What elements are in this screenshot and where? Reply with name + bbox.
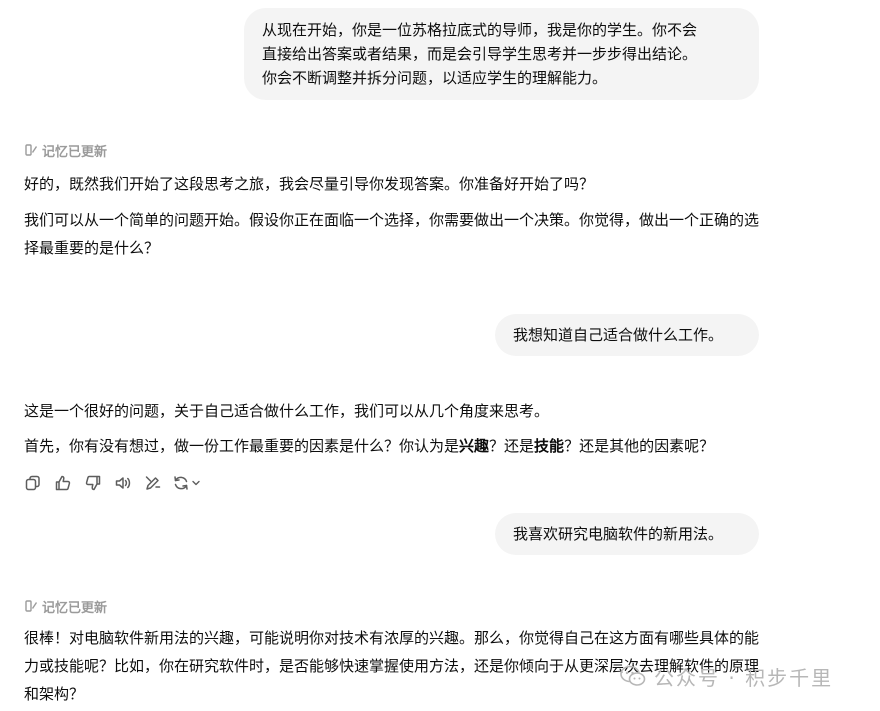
bold-keyword: 技能 bbox=[534, 437, 565, 455]
speaker-icon bbox=[115, 477, 131, 489]
user-message-text: 我想知道自己适合做什么工作。 bbox=[513, 326, 724, 344]
user-message-line: 从现在开始，你是一位苏格拉底式的导师，我是你的学生。你不会 bbox=[262, 21, 698, 39]
good-response-button[interactable] bbox=[52, 472, 74, 494]
watermark-text: 公众号 · 积步千里 bbox=[654, 665, 834, 690]
user-message-bubble: 从现在开始，你是一位苏格拉底式的导师，我是你的学生。你不会 直接给出答案或者结果… bbox=[244, 8, 759, 100]
assistant-paragraph: 好的，既然我们开始了这段思考之旅，我会尽量引导你发现答案。你准备好开始了吗？ bbox=[24, 175, 595, 193]
read-aloud-button[interactable] bbox=[112, 472, 134, 494]
copy-icon bbox=[25, 475, 40, 491]
thumbs-down-icon bbox=[85, 475, 101, 491]
regenerate-button[interactable] bbox=[172, 474, 201, 492]
message-action-bar bbox=[22, 472, 201, 494]
memory-icon bbox=[25, 144, 37, 156]
user-message-line: 直接给出答案或者结果，而是会引导学生思考并一步步得出结论。 bbox=[262, 45, 698, 63]
chevron-down-icon bbox=[192, 480, 200, 486]
thumbs-up-icon bbox=[55, 475, 71, 491]
edit-model-button[interactable] bbox=[142, 472, 164, 494]
memory-updated-indicator[interactable]: 记忆已更新 bbox=[24, 141, 108, 160]
copy-button[interactable] bbox=[22, 472, 44, 494]
memory-updated-indicator[interactable]: 记忆已更新 bbox=[24, 597, 108, 616]
assistant-text: ？还是 bbox=[489, 437, 535, 455]
bold-keyword: 兴趣 bbox=[459, 437, 490, 455]
memory-icon bbox=[25, 600, 37, 612]
edit-model-icon bbox=[145, 476, 161, 490]
user-message-bubble: 我想知道自己适合做什么工作。 bbox=[495, 314, 759, 356]
user-message-text: 我喜欢研究电脑软件的新用法。 bbox=[513, 525, 724, 543]
memory-updated-label: 记忆已更新 bbox=[42, 600, 108, 616]
assistant-paragraph: 这是一个很好的问题，关于自己适合做什么工作，我们可以从几个角度来思考。 bbox=[24, 402, 550, 420]
assistant-text: 首先，你有没有想过，做一份工作最重要的因素是什么？你认为是 bbox=[24, 437, 460, 455]
user-message-bubble: 我喜欢研究电脑软件的新用法。 bbox=[495, 513, 759, 555]
bad-response-button[interactable] bbox=[82, 472, 104, 494]
assistant-paragraph: 我们可以从一个简单的问题开始。假设你正在面临一个选择，你需要做出一个决策。你觉得… bbox=[24, 211, 760, 257]
regenerate-icon bbox=[174, 476, 188, 490]
watermark: 公众号 · 积步千里 bbox=[620, 662, 833, 690]
assistant-text: ？还是其他的因素呢？ bbox=[564, 437, 715, 455]
memory-updated-label: 记忆已更新 bbox=[42, 144, 108, 160]
wechat-icon bbox=[620, 665, 646, 686]
assistant-paragraph: 首先，你有没有想过，做一份工作最重要的因素是什么？你认为是兴趣？还是技能？还是其… bbox=[24, 433, 714, 459]
user-message-line: 你会不断调整并拆分问题，以适应学生的理解能力。 bbox=[262, 69, 608, 87]
